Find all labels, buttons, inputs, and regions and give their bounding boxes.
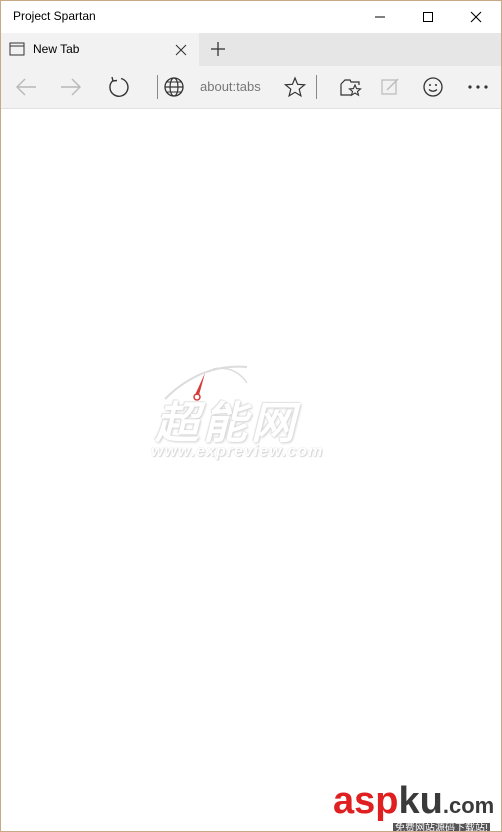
hub-button[interactable] — [337, 73, 365, 101]
minimize-button[interactable] — [357, 1, 403, 33]
more-button[interactable] — [464, 73, 492, 101]
site-info-button[interactable] — [160, 73, 188, 101]
aspku-wordmark: aspku.com — [333, 779, 494, 828]
browser-window: Project Spartan New Tab about:tabs 超能网 w… — [0, 0, 502, 832]
new-tab-button[interactable] — [206, 37, 230, 61]
aspku-tagline: 免费网站源码下载站! — [393, 823, 490, 831]
tab-page-icon — [9, 42, 25, 56]
star-icon — [284, 76, 306, 98]
aspku-wordmark-red: asp — [333, 780, 399, 822]
refresh-icon — [109, 76, 129, 97]
tab-strip: New Tab — [1, 33, 501, 66]
plus-icon — [211, 42, 225, 56]
toolbar-divider — [157, 75, 158, 99]
tab-new-tab[interactable]: New Tab — [1, 33, 199, 66]
title-bar[interactable]: Project Spartan — [1, 1, 501, 33]
close-icon — [470, 11, 482, 23]
watermark-url: www.expreview.com — [151, 443, 324, 460]
back-arrow-icon — [16, 78, 36, 96]
expreview-watermark: 超能网 www.expreview.com — [151, 365, 361, 471]
back-button[interactable] — [12, 73, 40, 101]
minimize-icon — [375, 16, 385, 18]
maximize-icon — [423, 12, 433, 22]
close-button[interactable] — [453, 1, 499, 33]
hub-star-icon — [340, 79, 362, 97]
web-note-button[interactable] — [376, 73, 404, 101]
smiley-icon — [423, 77, 443, 97]
globe-icon — [164, 77, 184, 97]
aspku-logo: aspku.com 免费网站源码下载站! — [331, 779, 499, 831]
feedback-button[interactable] — [419, 73, 447, 101]
tab-label: New Tab — [33, 42, 80, 56]
forward-button[interactable] — [57, 73, 85, 101]
refresh-button[interactable] — [105, 73, 133, 101]
window-title: Project Spartan — [13, 9, 96, 23]
watermark-brand: 超能网 — [155, 399, 299, 448]
aspku-wordmark-suffix: .com — [442, 793, 495, 818]
maximize-button[interactable] — [405, 1, 451, 33]
address-bar[interactable]: about:tabs — [200, 79, 261, 94]
aspku-wordmark-dark: ku — [398, 780, 443, 822]
toolbar-divider — [316, 75, 317, 99]
more-icon — [468, 85, 488, 89]
page-content: 超能网 www.expreview.com aspku.com 免费网站源码下载… — [1, 109, 501, 831]
navigation-toolbar: about:tabs — [1, 66, 501, 109]
tab-close-icon[interactable] — [173, 42, 189, 58]
favorite-button[interactable] — [281, 73, 309, 101]
forward-arrow-icon — [61, 78, 81, 96]
web-note-icon — [381, 78, 399, 95]
